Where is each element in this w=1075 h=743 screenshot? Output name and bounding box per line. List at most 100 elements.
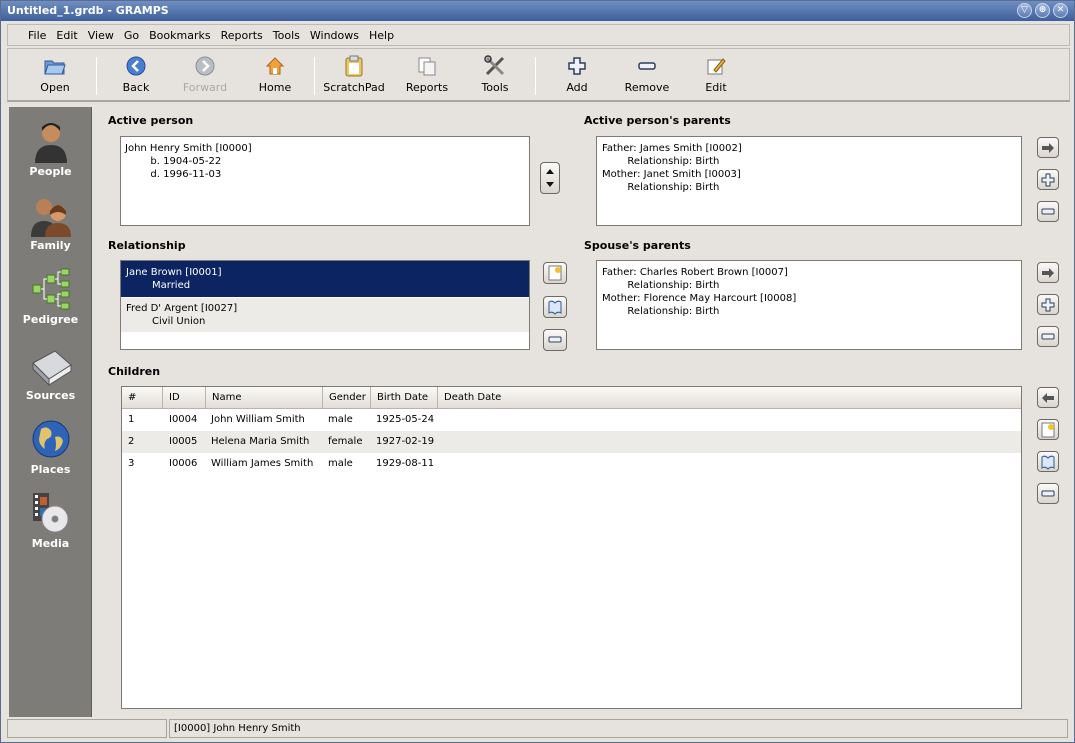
cell-id: I0005 <box>169 436 198 447</box>
active-parents-label: Active person's parents <box>584 114 731 127</box>
back-label: Back <box>122 81 150 94</box>
active-parents-box[interactable]: Father: James Smith [I0002] Relationship… <box>596 136 1022 226</box>
relationship-item-selected[interactable]: Jane Brown [I0001] Married <box>121 261 529 297</box>
remove-button[interactable]: Remove <box>617 51 677 94</box>
remove-relationship-button[interactable] <box>543 329 567 351</box>
close-button[interactable]: ✕ <box>1053 3 1068 18</box>
family-icon <box>29 193 73 237</box>
active-person-birth: b. 1904-05-22 <box>125 156 222 167</box>
sidebar-label-pedigree: Pedigree <box>22 313 79 326</box>
sidebar: People Family Pedigree Sources Places Me… <box>9 107 92 717</box>
reorder-button[interactable] <box>540 162 560 194</box>
table-header: # ID Name Gender Birth Date Death Date <box>122 387 1021 409</box>
menu-tools[interactable]: Tools <box>273 29 300 42</box>
select-child-button[interactable] <box>1037 451 1059 472</box>
add-parents-button[interactable] <box>1037 169 1059 190</box>
menu-windows[interactable]: Windows <box>310 29 359 42</box>
folder-icon <box>44 55 66 77</box>
open-label: Open <box>40 81 70 94</box>
reports-label: Reports <box>405 81 449 94</box>
report-icon <box>416 55 438 77</box>
sidebar-item-family[interactable]: Family <box>9 193 92 252</box>
menu-go[interactable]: Go <box>124 29 139 42</box>
active-person-death: d. 1996-11-03 <box>125 169 222 180</box>
relationship-item[interactable]: Fred D' Argent [I0027] Civil Union <box>121 298 529 332</box>
sidebar-item-places[interactable]: Places <box>9 417 92 476</box>
back-button[interactable]: Back <box>106 51 166 94</box>
reports-button[interactable]: Reports <box>397 51 457 94</box>
mother-line: Mother: Janet Smith [I0003] <box>602 169 741 180</box>
sidebar-label-media: Media <box>31 537 70 550</box>
app-window: Untitled_1.grdb - GRAMPS ▽ ⊕ ✕ File Edit… <box>0 0 1075 743</box>
spouse-name: Jane Brown [I0001] <box>126 267 222 278</box>
plus-icon <box>1041 173 1055 186</box>
add-relationship-button[interactable] <box>543 262 567 284</box>
active-person-box[interactable]: John Henry Smith [I0000] b. 1904-05-22 d… <box>120 136 530 226</box>
menu-file[interactable]: File <box>28 29 46 42</box>
active-person-label: Active person <box>108 114 194 127</box>
father-relationship: Relationship: Birth <box>602 156 720 167</box>
add-spouse-parents-button[interactable] <box>1037 294 1059 315</box>
menu-view[interactable]: View <box>88 29 114 42</box>
column-name[interactable]: Name <box>206 387 323 408</box>
add-label: Add <box>566 81 588 94</box>
menu-edit[interactable]: Edit <box>56 29 77 42</box>
column-death-date[interactable]: Death Date <box>438 387 1021 408</box>
maximize-button[interactable]: ⊕ <box>1035 3 1050 18</box>
spouse-parents-box[interactable]: Father: Charles Robert Brown [I0007] Rel… <box>596 260 1022 350</box>
move-child-back-button[interactable] <box>1037 387 1059 408</box>
menu-reports[interactable]: Reports <box>221 29 263 42</box>
remove-spouse-parents-button[interactable] <box>1037 326 1059 347</box>
column-birth-date[interactable]: Birth Date <box>371 387 438 408</box>
sidebar-item-sources[interactable]: Sources <box>9 343 92 402</box>
go-to-parents-button[interactable] <box>1037 137 1059 158</box>
sidebar-item-media[interactable]: Media <box>9 491 92 550</box>
select-relationship-button[interactable] <box>543 296 567 318</box>
home-button[interactable]: Home <box>245 51 305 94</box>
sidebar-item-people[interactable]: People <box>9 119 92 178</box>
table-row[interactable]: 3 I0006 William James Smith male 1929-08… <box>122 453 1021 475</box>
cell-name: Helena Maria Smith <box>211 436 310 447</box>
menu-help[interactable]: Help <box>369 29 394 42</box>
cell-id: I0006 <box>169 458 198 469</box>
home-icon <box>264 55 286 77</box>
table-row[interactable]: 1 I0004 John William Smith male 1925-05-… <box>122 409 1021 431</box>
sidebar-label-places: Places <box>30 463 71 476</box>
new-document-icon <box>548 265 562 281</box>
minus-icon <box>548 336 562 343</box>
minimize-button[interactable]: ▽ <box>1017 3 1032 18</box>
table-row[interactable]: 2 I0005 Helena Maria Smith female 1927-0… <box>122 431 1021 453</box>
new-document-icon <box>1041 422 1055 437</box>
cell-name: John William Smith <box>211 414 305 425</box>
tools-button[interactable]: Tools <box>465 51 525 94</box>
status-progress <box>7 719 167 738</box>
column-number[interactable]: # <box>122 387 163 408</box>
remove-child-button[interactable] <box>1037 483 1059 504</box>
pedigree-chart-icon <box>29 267 73 311</box>
edit-button[interactable]: Edit <box>686 51 746 94</box>
add-child-button[interactable] <box>1037 419 1059 440</box>
forward-label: Forward <box>182 81 228 94</box>
forward-button[interactable]: Forward <box>175 51 235 94</box>
cell-gender: male <box>328 414 353 425</box>
tools-icon <box>484 55 506 77</box>
column-gender[interactable]: Gender <box>323 387 371 408</box>
title-bar[interactable]: Untitled_1.grdb - GRAMPS ▽ ⊕ ✕ <box>1 1 1074 21</box>
open-button[interactable]: Open <box>25 51 85 94</box>
menu-bookmarks[interactable]: Bookmarks <box>149 29 210 42</box>
right-arrow-icon <box>1042 142 1054 153</box>
window-title: Untitled_1.grdb - GRAMPS <box>7 4 169 17</box>
edit-icon <box>705 55 727 77</box>
sidebar-item-pedigree[interactable]: Pedigree <box>9 267 92 326</box>
book-open-icon <box>548 300 562 315</box>
column-id[interactable]: ID <box>163 387 206 408</box>
book-icon <box>29 343 73 387</box>
relationship-list: Jane Brown [I0001] Married Fred D' Argen… <box>120 260 530 350</box>
remove-parents-button[interactable] <box>1037 201 1059 222</box>
sidebar-label-family: Family <box>30 239 71 252</box>
go-to-spouse-parents-button[interactable] <box>1037 262 1059 283</box>
scratchpad-button[interactable]: ScratchPad <box>318 51 390 94</box>
add-button[interactable]: Add <box>547 51 607 94</box>
spouse-father-relationship: Relationship: Birth <box>602 280 720 291</box>
toolbar: Open Back Forward Home ScratchPad Report… <box>7 48 1070 102</box>
